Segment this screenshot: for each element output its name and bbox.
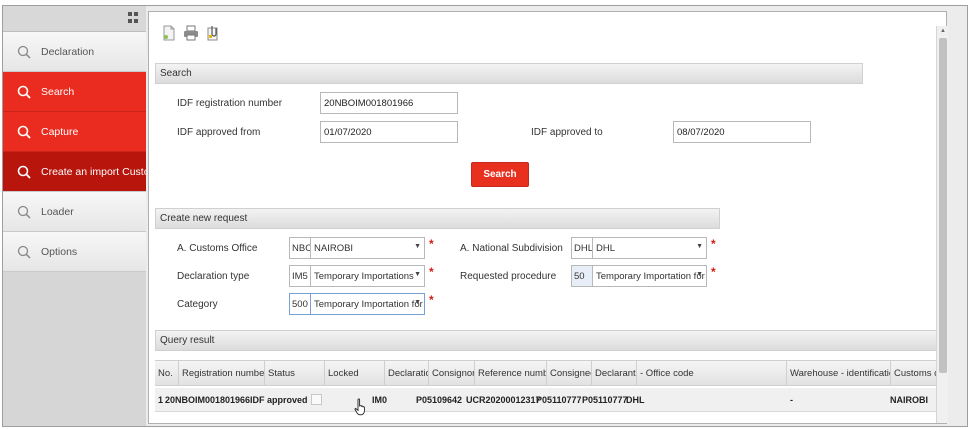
dropdown-arrow-icon: ▼	[414, 271, 421, 278]
table-cell: 20NBOIM001801966	[165, 395, 251, 405]
column-header[interactable]: Warehouse - identificatio	[787, 361, 891, 385]
customs-office-label: A. Customs Office	[177, 243, 258, 254]
attachment-icon[interactable]	[205, 25, 221, 41]
category-label: Category	[177, 299, 218, 310]
select-text: DHL ▼	[593, 237, 707, 259]
column-header[interactable]: Locked	[325, 361, 385, 385]
select-text: Temporary Importations ▼	[311, 265, 425, 287]
select-text: Temporary Importation for Rel▼	[311, 293, 425, 315]
sidebar-item-label: Create an import Customs	[41, 165, 146, 178]
dropdown-arrow-icon: ▼	[414, 299, 421, 306]
search-section-header: Search	[155, 63, 863, 84]
search-icon	[17, 245, 31, 259]
select-code: NBO	[289, 237, 311, 259]
create-request-section-header: Create new request	[155, 208, 720, 229]
query-result-section-header: Query result	[155, 330, 945, 351]
required-marker: *	[429, 265, 434, 279]
column-header[interactable]: Consignee	[547, 361, 592, 385]
select-text: NAIROBI ▼	[311, 237, 425, 259]
idf-approved-from-label: IDF approved from	[177, 127, 261, 138]
required-marker: *	[429, 293, 434, 307]
column-header[interactable]: No.	[155, 361, 179, 385]
sidebar-item-label: Declaration	[41, 45, 95, 58]
vertical-scrollbar[interactable]: ▲	[936, 26, 948, 423]
sidebar-item-capture[interactable]: Capture	[3, 112, 146, 152]
locked-checkbox[interactable]	[311, 394, 322, 405]
column-header[interactable]: Reference numbe	[475, 361, 547, 385]
section-title: Query result	[160, 335, 215, 346]
national-subdivision-label: A. National Subdivision	[460, 243, 563, 254]
column-header[interactable]: Status	[265, 361, 325, 385]
category-select[interactable]: 500 Temporary Importation for Rel▼	[289, 293, 425, 315]
sidebar-item-declaration[interactable]: Declaration	[3, 32, 146, 72]
column-header[interactable]: Registration number	[179, 361, 265, 385]
idf-approved-from-input[interactable]: 01/07/2020	[320, 121, 458, 143]
sidebar-item-label: Options	[41, 245, 78, 258]
table-cell: P05110777	[582, 395, 627, 405]
table-cell: P05109642	[416, 395, 463, 405]
application-frame: Declaration Search Capture Create an imp…	[2, 5, 968, 427]
search-icon	[17, 125, 31, 139]
toolbar	[149, 12, 946, 54]
table-cell: IM0	[372, 395, 388, 405]
dropdown-arrow-icon: ▼	[414, 243, 421, 250]
required-marker: *	[429, 237, 434, 251]
requested-procedure-select[interactable]: 50 Temporary Importation for Rel▼	[571, 265, 707, 287]
table-cell: DHL	[626, 395, 645, 405]
search-icon	[17, 205, 31, 219]
idf-approved-to-label: IDF approved to	[531, 127, 603, 138]
table-row[interactable]: 1 20NBOIM001801966 IDF approved IM0 P051…	[155, 388, 945, 412]
dropdown-arrow-icon: ▼	[696, 271, 703, 278]
customs-office-select[interactable]: NBO NAIROBI ▼	[289, 237, 425, 259]
column-header[interactable]: - Office code	[637, 361, 787, 385]
idf-registration-input[interactable]: 20NBOIM001801966	[320, 92, 458, 114]
table-cell: NAIROBI	[890, 395, 928, 405]
sidebar-item-create-import-customs[interactable]: Create an import Customs	[3, 152, 146, 192]
sidebar-item-loader[interactable]: Loader	[3, 192, 146, 232]
requested-procedure-label: Requested procedure	[460, 271, 557, 282]
idf-approved-to-input[interactable]: 08/07/2020	[673, 121, 811, 143]
sidebar-item-label: Capture	[41, 125, 79, 138]
table-cell: -	[790, 395, 793, 405]
select-code: 50	[571, 265, 593, 287]
search-icon	[17, 165, 31, 179]
sidebar-empty-area	[3, 272, 146, 426]
grid-menu-icon[interactable]	[128, 12, 140, 24]
scroll-up-icon[interactable]: ▲	[940, 28, 946, 34]
search-icon	[17, 85, 31, 99]
column-header[interactable]: Declarant	[592, 361, 637, 385]
sidebar: Declaration Search Capture Create an imp…	[3, 6, 146, 426]
new-document-icon[interactable]	[161, 25, 177, 41]
sidebar-item-label: Loader	[41, 205, 74, 218]
table-cell: UCR20200012317	[466, 395, 541, 405]
search-icon	[17, 45, 31, 59]
select-code: 500	[289, 293, 311, 315]
required-marker: *	[711, 237, 716, 251]
table-cell: IDF approved	[250, 395, 308, 405]
column-header[interactable]: Consignor	[429, 361, 475, 385]
main-panel: Search IDF registration number 20NBOIM00…	[148, 11, 947, 424]
table-cell: P05110777	[536, 395, 581, 405]
idf-registration-label: IDF registration number	[177, 98, 283, 109]
search-button[interactable]: Search	[471, 162, 529, 187]
sidebar-item-label: Search	[41, 85, 75, 98]
section-title: Search	[160, 68, 192, 79]
section-title: Create new request	[160, 213, 248, 224]
sidebar-item-search[interactable]: Search	[3, 72, 146, 112]
select-code: DHL	[571, 237, 593, 259]
column-header[interactable]: Declaratio	[385, 361, 429, 385]
sidebar-header	[3, 6, 146, 32]
dropdown-arrow-icon: ▼	[696, 243, 703, 250]
declaration-type-label: Declaration type	[177, 271, 250, 282]
sidebar-item-options[interactable]: Options	[3, 232, 146, 272]
print-icon[interactable]	[183, 25, 199, 41]
required-marker: *	[711, 265, 716, 279]
result-table-header: No. Registration number Status Locked De…	[155, 360, 945, 386]
select-text: Temporary Importation for Rel▼	[593, 265, 707, 287]
scrollbar-thumb[interactable]	[939, 38, 947, 373]
select-code: IM5	[289, 265, 311, 287]
hand-cursor-icon	[354, 398, 365, 416]
national-subdivision-select[interactable]: DHL DHL ▼	[571, 237, 707, 259]
declaration-type-select[interactable]: IM5 Temporary Importations ▼	[289, 265, 425, 287]
